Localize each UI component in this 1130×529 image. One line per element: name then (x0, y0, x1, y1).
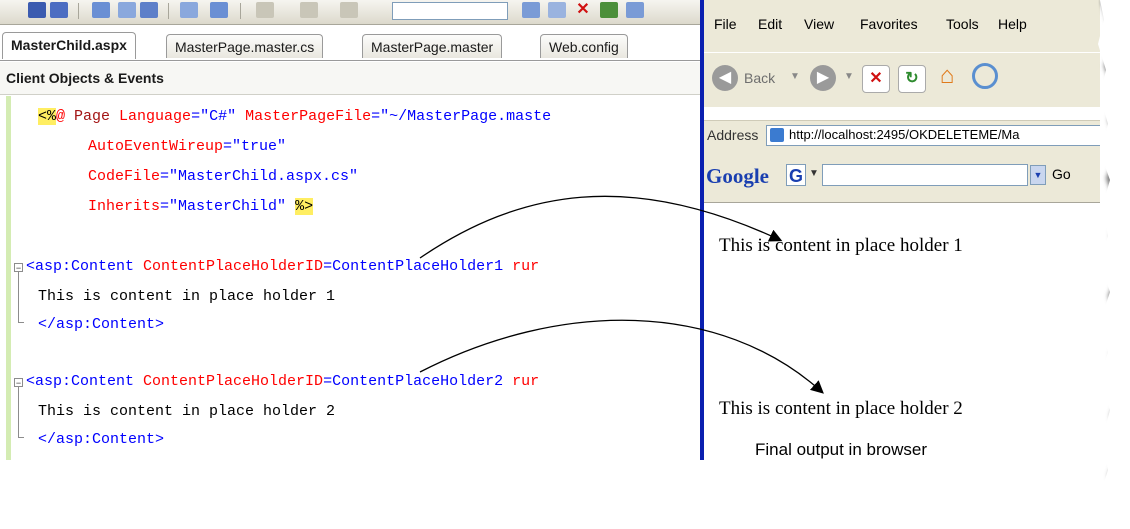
torn-edge-frame (0, 0, 1130, 529)
